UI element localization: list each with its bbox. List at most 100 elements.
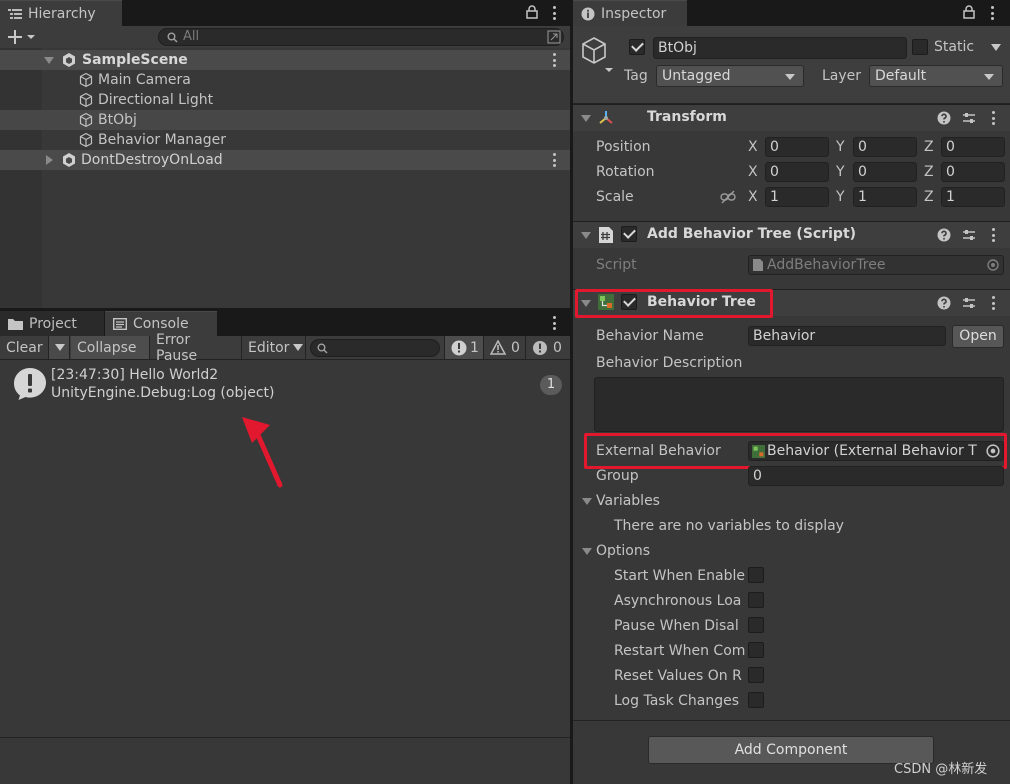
static-checkbox[interactable] (912, 39, 928, 55)
script-menu-icon[interactable] (991, 228, 995, 242)
rotation-label: Rotation (596, 164, 655, 180)
options-foldout-icon[interactable] (582, 548, 592, 555)
search-expand-icon[interactable] (547, 30, 561, 44)
inspector-tab-label: Inspector (601, 5, 667, 22)
console-log-entry[interactable]: [23:47:30] Hello World2 UnityEngine.Debu… (0, 361, 570, 411)
active-checkbox[interactable] (629, 39, 645, 55)
info-count: 1 (470, 339, 479, 356)
transform-menu-icon[interactable] (991, 111, 995, 125)
collapse-label: Collapse (77, 339, 137, 356)
help-icon[interactable] (937, 296, 951, 310)
object-name-field[interactable]: BtObj (653, 37, 907, 59)
gameobject-icon[interactable] (581, 36, 615, 76)
lock-icon[interactable] (963, 5, 975, 19)
tab-project[interactable]: Project (0, 311, 104, 336)
open-button[interactable]: Open (952, 325, 1004, 348)
help-icon[interactable] (937, 228, 951, 242)
variables-label: Variables (596, 493, 660, 509)
log-message-line1: [23:47:30] Hello World2 (51, 367, 219, 383)
search-placeholder: All (183, 29, 200, 44)
warning-filter-toggle[interactable]: 0 (484, 336, 526, 359)
position-z-field[interactable]: 0 (941, 137, 1005, 157)
scale-x-field[interactable]: 1 (765, 187, 829, 207)
hierarchy-item[interactable]: Main Camera (0, 70, 570, 90)
hierarchy-search-input[interactable]: All (158, 28, 564, 46)
option-checkbox[interactable] (748, 667, 764, 683)
external-behavior-field[interactable]: Behavior (External Behavior T (748, 441, 1004, 461)
object-picker-icon[interactable] (984, 444, 1000, 458)
hierarchy-menu-icon[interactable] (552, 6, 556, 20)
scene-row[interactable]: SampleScene (0, 50, 570, 70)
option-checkbox[interactable] (748, 642, 764, 658)
layer-dropdown[interactable]: Default (869, 65, 1003, 87)
option-checkbox[interactable] (748, 567, 764, 583)
inspector-menu-icon[interactable] (990, 6, 994, 20)
foldout-arrow-icon[interactable] (581, 232, 591, 239)
static-dropdown-icon[interactable] (991, 44, 1001, 51)
lock-icon[interactable] (526, 5, 538, 19)
option-label: Start When Enable (614, 568, 745, 584)
option-checkbox[interactable] (748, 592, 764, 608)
foldout-arrow-icon[interactable] (581, 115, 591, 122)
behavior-tree-menu-icon[interactable] (991, 296, 995, 310)
preset-icon[interactable] (962, 228, 976, 242)
rotation-z-field[interactable]: 0 (941, 162, 1005, 182)
behavior-name-field[interactable]: Behavior (748, 326, 946, 346)
position-y-field[interactable]: 0 (853, 137, 917, 157)
transform-header[interactable]: Transform (573, 104, 1010, 131)
open-button-label: Open (959, 328, 997, 344)
console-menu-icon[interactable] (552, 316, 556, 330)
group-field[interactable]: 0 (748, 466, 1004, 486)
scale-z-field[interactable]: 1 (941, 187, 1005, 207)
transform-axes-icon (598, 110, 614, 126)
position-x-field[interactable]: 0 (765, 137, 829, 157)
scene-menu-icon[interactable] (552, 53, 556, 67)
info-filter-toggle[interactable]: 1 (444, 336, 484, 359)
rotation-y-field[interactable]: 0 (853, 162, 917, 182)
collapse-toggle[interactable]: Collapse (71, 336, 150, 359)
script-component-header[interactable]: Add Behavior Tree (Script) (573, 221, 1010, 248)
behavior-description-textarea[interactable] (594, 377, 1004, 432)
expand-arrow-icon[interactable] (44, 57, 54, 64)
option-checkbox[interactable] (748, 692, 764, 708)
console-search-input[interactable] (310, 339, 440, 357)
hierarchy-tree: SampleScene Main Camera Directional Ligh… (0, 48, 570, 308)
ddol-scene-row[interactable]: DontDestroyOnLoad (0, 150, 570, 170)
hierarchy-item-selected[interactable]: BtObj (0, 110, 570, 130)
error-pause-toggle[interactable]: Error Pause (150, 332, 242, 364)
collapse-arrow-icon[interactable] (46, 155, 53, 165)
behavior-tree-enabled-checkbox[interactable] (621, 294, 637, 310)
add-component-button[interactable]: Add Component (648, 736, 934, 764)
vertical-splitter[interactable] (570, 0, 573, 784)
scale-y-field[interactable]: 1 (853, 187, 917, 207)
tag-label: Tag (624, 68, 648, 84)
option-checkbox[interactable] (748, 617, 764, 633)
rotation-x-field[interactable]: 0 (765, 162, 829, 182)
object-picker-icon[interactable] (987, 259, 999, 271)
hierarchy-tab[interactable]: Hierarchy (0, 0, 122, 26)
inspector-tab[interactable]: Inspector (573, 0, 687, 26)
object-header: BtObj Static Tag Untagged Layer Default (573, 26, 1010, 104)
hierarchy-item[interactable]: Behavior Manager (0, 130, 570, 150)
add-icon[interactable] (8, 29, 36, 45)
hierarchy-item-label: Behavior Manager (98, 132, 226, 148)
help-icon[interactable] (937, 111, 951, 125)
foldout-arrow-icon[interactable] (581, 300, 591, 307)
behavior-tree-header[interactable]: Behavior Tree (573, 289, 1010, 316)
unity-scene-icon (61, 152, 77, 168)
clear-button[interactable]: Clear (0, 336, 49, 359)
script-enabled-checkbox[interactable] (621, 226, 637, 242)
horizontal-splitter[interactable] (0, 308, 570, 311)
clear-options-dropdown[interactable] (49, 336, 70, 359)
editor-dropdown[interactable]: Editor (242, 336, 306, 359)
preset-icon[interactable] (962, 296, 976, 310)
variables-foldout-icon[interactable] (582, 498, 592, 505)
error-filter-toggle[interactable]: 0 (526, 336, 568, 359)
preset-icon[interactable] (962, 111, 976, 125)
tag-dropdown[interactable]: Untagged (656, 65, 804, 87)
hierarchy-item[interactable]: Directional Light (0, 90, 570, 110)
ddol-menu-icon[interactable] (552, 153, 556, 167)
hierarchy-panel: Hierarchy All SampleScene Main Camera Di… (0, 0, 570, 308)
info-circle-icon (581, 7, 595, 21)
constrain-proportions-icon[interactable] (720, 190, 736, 204)
